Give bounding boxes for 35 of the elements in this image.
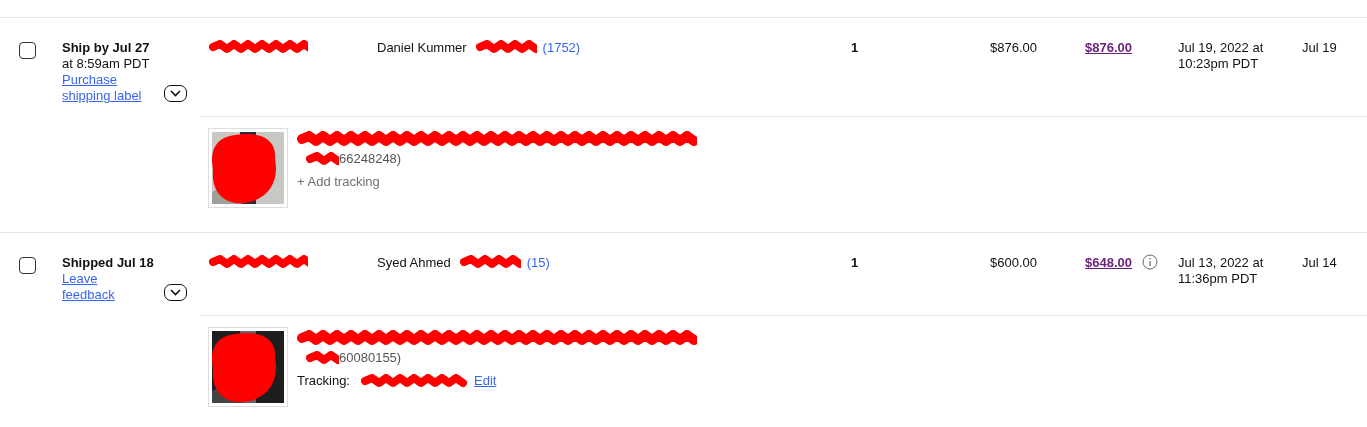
action-link[interactable]: Purchase shipping label bbox=[62, 72, 148, 104]
buyer-name: Daniel Kummer bbox=[377, 40, 467, 56]
price: $876.00 bbox=[990, 40, 1037, 55]
redaction-mark bbox=[458, 255, 521, 269]
sale-date: Jul 13, 2022 at 11:36pm PDT bbox=[1178, 255, 1265, 287]
order-total[interactable]: $648.00 bbox=[1085, 255, 1132, 271]
redaction-mark bbox=[305, 351, 339, 365]
item-number: 60080155) bbox=[339, 350, 402, 366]
chevron-down-icon bbox=[170, 90, 181, 97]
redaction-mark bbox=[305, 152, 339, 166]
tracking-label: Tracking: bbox=[297, 373, 350, 389]
price: $600.00 bbox=[990, 255, 1037, 270]
dropdown-button[interactable] bbox=[164, 284, 187, 301]
item-number: 66248248) bbox=[339, 151, 402, 167]
checkbox[interactable] bbox=[19, 42, 36, 59]
info-icon[interactable] bbox=[1142, 254, 1158, 270]
quantity: 1 bbox=[851, 255, 859, 270]
date-cell: Jul 19 bbox=[1302, 40, 1337, 55]
order-status: Ship by Jul 27 bbox=[62, 40, 151, 56]
redaction-mark bbox=[474, 40, 537, 54]
order-status: Shipped Jul 18 bbox=[62, 255, 155, 271]
date-cell: Jul 14 bbox=[1302, 255, 1337, 270]
action-link[interactable]: Leave feedback bbox=[62, 271, 148, 303]
feedback-score[interactable]: (15) bbox=[526, 255, 550, 271]
quantity: 1 bbox=[851, 40, 859, 55]
sale-date: Jul 19, 2022 at 10:23pm PDT bbox=[1178, 40, 1265, 72]
checkbox[interactable] bbox=[19, 257, 36, 274]
edit-link[interactable]: Edit bbox=[474, 373, 497, 389]
feedback-score[interactable]: (1752) bbox=[542, 40, 581, 56]
status-time: at 8:59am PDT bbox=[62, 56, 151, 72]
add-tracking-link[interactable]: + Add tracking bbox=[297, 174, 380, 190]
chevron-down-icon bbox=[170, 289, 181, 296]
buyer-name: Syed Ahmed bbox=[377, 255, 451, 271]
order-total[interactable]: $876.00 bbox=[1085, 40, 1132, 56]
dropdown-button[interactable] bbox=[164, 85, 187, 102]
